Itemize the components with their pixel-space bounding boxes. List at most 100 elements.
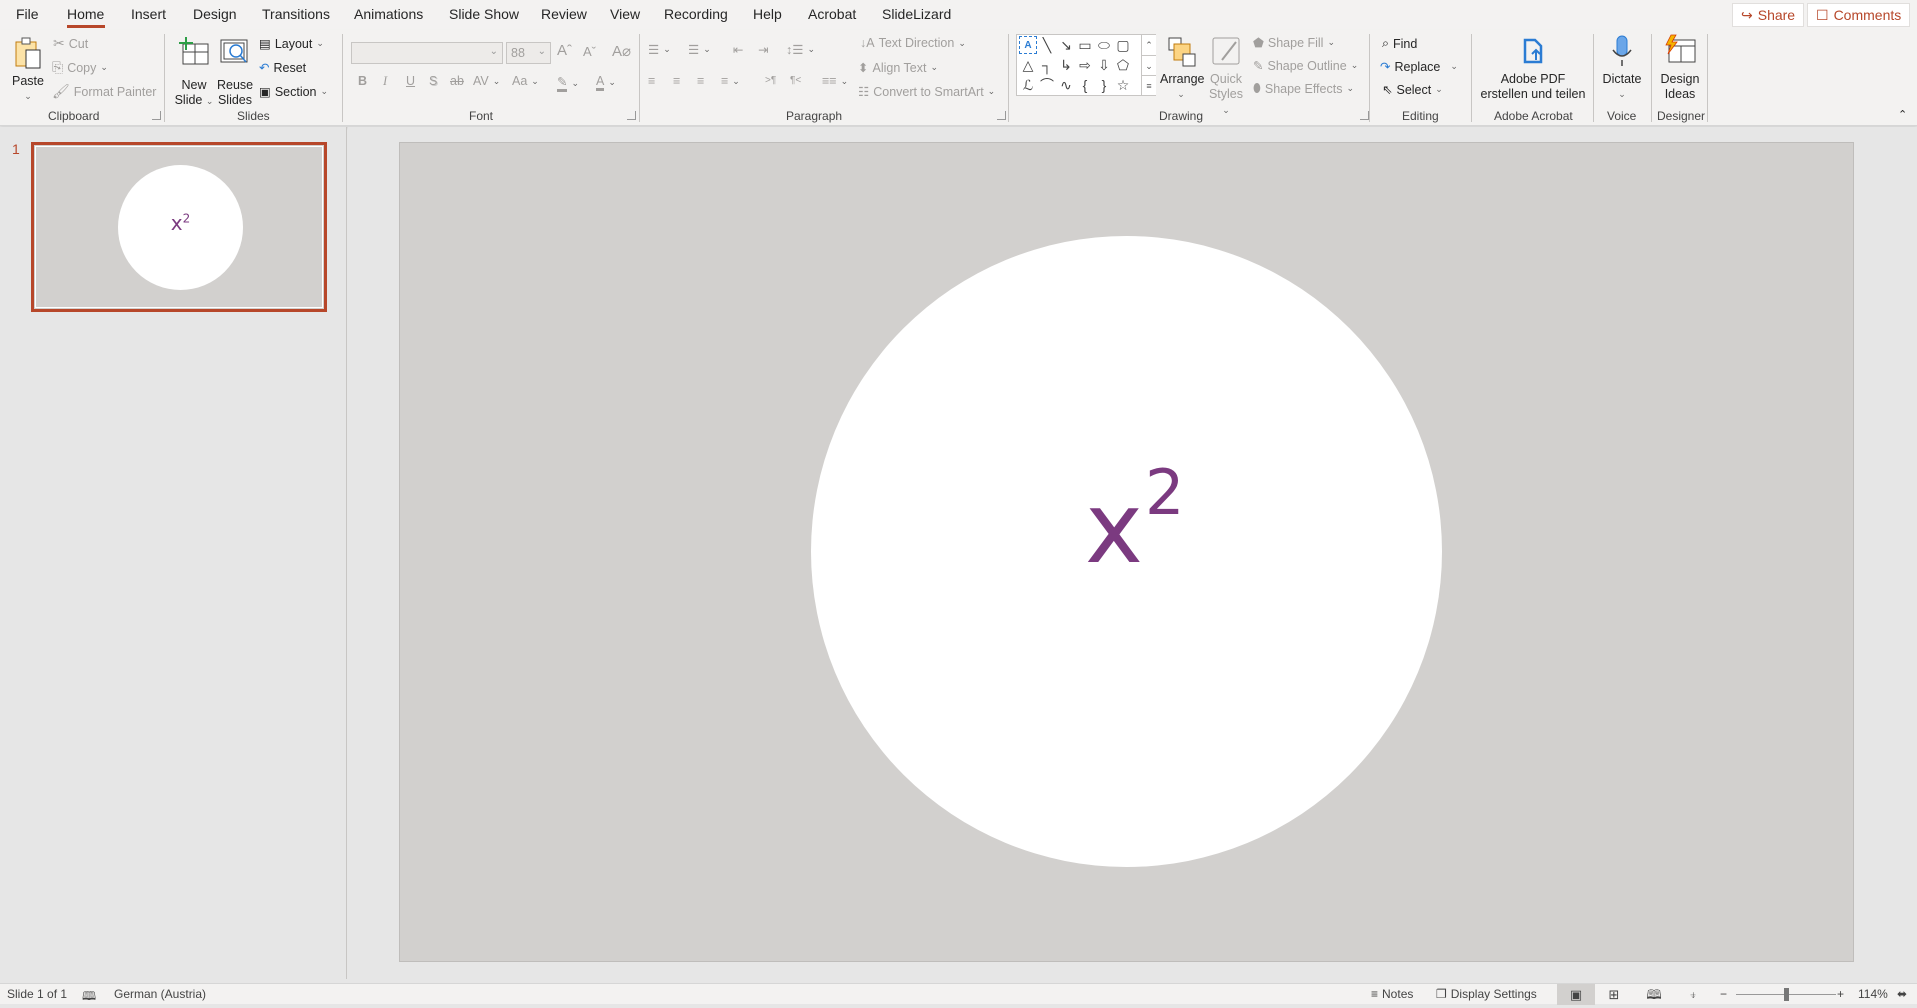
rectangle-shape-icon[interactable]: ▭	[1076, 36, 1094, 54]
new-slide-button[interactable]: New Slide ⌄	[174, 36, 214, 109]
freeform-shape-icon[interactable]: ⬠	[1114, 56, 1132, 74]
shape-fill-button[interactable]: ⬟ Shape Fill ⌄	[1253, 35, 1335, 51]
increase-font-size-button[interactable]: Aˆ	[557, 42, 572, 59]
underline-button[interactable]: U	[406, 74, 415, 88]
format-painter-button[interactable]: 🖌 Format Painter	[52, 83, 156, 100]
spell-check-icon[interactable]: 🕮	[82, 987, 96, 1008]
down-arrow-shape-icon[interactable]: ⇩	[1095, 56, 1113, 74]
reuse-slides-button[interactable]: Reuse Slides	[217, 36, 253, 108]
scribble-shape-icon[interactable]: ℒ	[1019, 76, 1037, 94]
drawing-dialog-launcher[interactable]	[1360, 111, 1369, 120]
gallery-expand-button[interactable]: ≡	[1141, 75, 1156, 95]
arrange-button[interactable]: Arrange ⌄	[1160, 34, 1204, 102]
text-box-shape-icon[interactable]: A	[1019, 36, 1037, 54]
tab-view[interactable]: View	[610, 6, 640, 22]
align-right-button[interactable]: ≡	[697, 74, 704, 88]
quick-styles-button[interactable]: Quick Styles ⌄	[1206, 34, 1246, 118]
tab-file[interactable]: File	[16, 6, 39, 22]
numbering-button[interactable]: ☰ ⌄	[688, 42, 711, 57]
slide-show-view-button[interactable]: ⍖	[1674, 984, 1712, 1005]
clipboard-dialog-launcher[interactable]	[152, 111, 161, 120]
equation-text[interactable]: x2	[1085, 462, 1184, 579]
fit-to-window-icon[interactable]: ⬌	[1897, 987, 1907, 1001]
zoom-out-button[interactable]: −	[1720, 987, 1727, 1001]
replace-button[interactable]: ↷ Replace ⌄	[1380, 59, 1458, 75]
increase-indent-button[interactable]: ⇥	[758, 42, 768, 57]
language-indicator[interactable]: German (Austria)	[114, 987, 206, 1001]
rtl-button[interactable]: ¶<	[790, 75, 801, 86]
arrow-line-shape-icon[interactable]: ↘	[1057, 36, 1075, 54]
reset-button[interactable]: ↶ Reset	[259, 60, 306, 76]
slide-thumbnail[interactable]: x2	[31, 142, 327, 312]
zoom-level[interactable]: 114%	[1858, 987, 1888, 1001]
gallery-scroll-up-button[interactable]: ⌃	[1141, 35, 1156, 55]
layout-button[interactable]: ▤ Layout ⌄	[259, 36, 324, 52]
font-size-combobox[interactable]: 88 ⌄	[506, 42, 551, 64]
gallery-scroll-down-button[interactable]: ⌄	[1141, 55, 1156, 75]
copy-button[interactable]: ⎘ Copy ⌄	[52, 59, 108, 76]
star-shape-icon[interactable]: ☆	[1114, 76, 1132, 94]
align-left-button[interactable]: ≡	[648, 74, 655, 88]
decrease-indent-button[interactable]: ⇤	[733, 42, 743, 57]
oval-shape-icon[interactable]: ⬭	[1095, 36, 1113, 54]
shape-effects-button[interactable]: ⬮ Shape Effects ⌄	[1253, 81, 1354, 96]
right-arrow-shape-icon[interactable]: ⇨	[1076, 56, 1094, 74]
arc-shape-icon[interactable]: ⌒	[1038, 76, 1056, 94]
text-direction-button[interactable]: ↓A Text Direction ⌄	[860, 36, 966, 50]
tab-slidelizard[interactable]: SlideLizard	[882, 6, 951, 22]
find-button[interactable]: ⌕ Find	[1382, 36, 1417, 51]
highlight-color-button[interactable]: ✎ ⌄	[557, 74, 579, 92]
notes-button[interactable]: ≡ Notes	[1371, 987, 1413, 1001]
slide-sorter-view-button[interactable]: ⊞	[1595, 984, 1633, 1005]
tab-transitions[interactable]: Transitions	[262, 6, 330, 22]
bold-button[interactable]: B	[358, 74, 367, 88]
tab-home[interactable]: Home	[67, 6, 104, 22]
font-name-combobox[interactable]: ⌄	[351, 42, 503, 64]
comments-button[interactable]: ☐ Comments	[1807, 3, 1911, 27]
tab-design[interactable]: Design	[193, 6, 237, 22]
shape-outline-button[interactable]: ✎ Shape Outline ⌄	[1253, 58, 1358, 74]
dictate-button[interactable]: Dictate ⌄	[1599, 34, 1645, 102]
tab-recording[interactable]: Recording	[664, 6, 728, 22]
decrease-font-size-button[interactable]: Aˇ	[583, 44, 596, 59]
rounded-rectangle-shape-icon[interactable]: ▢	[1114, 36, 1132, 54]
tab-review[interactable]: Review	[541, 6, 587, 22]
normal-view-button[interactable]: ▣	[1557, 984, 1595, 1005]
clear-formatting-button[interactable]: A⌀	[612, 42, 631, 60]
cut-button[interactable]: ✂ Cut	[53, 35, 88, 52]
ltr-button[interactable]: >¶	[765, 75, 776, 86]
tab-slide-show[interactable]: Slide Show	[449, 6, 519, 22]
section-button[interactable]: ▣ Section ⌄	[259, 84, 328, 100]
paste-button[interactable]: Paste ⌄	[12, 36, 44, 104]
tab-insert[interactable]: Insert	[131, 6, 166, 22]
columns-button[interactable]: ≡≡ ⌄	[822, 74, 848, 88]
line-spacing-button[interactable]: ↕☰ ⌄	[786, 42, 815, 57]
font-dialog-launcher[interactable]	[627, 111, 636, 120]
elbow-connector-shape-icon[interactable]: ┐	[1038, 56, 1056, 74]
triangle-shape-icon[interactable]: △	[1019, 56, 1037, 74]
align-text-button[interactable]: ⬍ Align Text ⌄	[858, 60, 938, 76]
select-button[interactable]: ⇖ Select ⌄	[1382, 82, 1443, 98]
curve-shape-icon[interactable]: ∿	[1057, 76, 1075, 94]
italic-button[interactable]: I	[383, 74, 387, 89]
adobe-pdf-button[interactable]: Adobe PDF erstellen und teilen	[1478, 34, 1588, 102]
strikethrough-button[interactable]: ab	[450, 74, 464, 88]
reading-view-button[interactable]: 🕮	[1635, 984, 1673, 1005]
align-center-button[interactable]: ≡	[673, 74, 680, 88]
line-shape-icon[interactable]: ╲	[1038, 36, 1056, 54]
paragraph-dialog-launcher[interactable]	[997, 111, 1006, 120]
display-settings-button[interactable]: ❐ Display Settings	[1436, 987, 1537, 1001]
design-ideas-button[interactable]: Design Ideas	[1657, 34, 1703, 102]
elbow-arrow-connector-shape-icon[interactable]: ↳	[1057, 56, 1075, 74]
zoom-slider-handle[interactable]	[1784, 988, 1789, 1001]
tab-help[interactable]: Help	[753, 6, 782, 22]
justify-button[interactable]: ≡ ⌄	[721, 74, 740, 88]
tab-acrobat[interactable]: Acrobat	[808, 6, 856, 22]
convert-to-smartart-button[interactable]: ☷ Convert to SmartArt ⌄	[858, 84, 995, 100]
font-color-button[interactable]: A ⌄	[596, 74, 616, 91]
text-shadow-button[interactable]: S	[429, 74, 437, 88]
collapse-ribbon-button[interactable]: ⌃	[1898, 108, 1907, 121]
change-case-button[interactable]: Aa ⌄	[512, 74, 539, 88]
bullets-button[interactable]: ☰ ⌄	[648, 42, 671, 57]
character-spacing-button[interactable]: AV ⌄	[473, 74, 500, 88]
